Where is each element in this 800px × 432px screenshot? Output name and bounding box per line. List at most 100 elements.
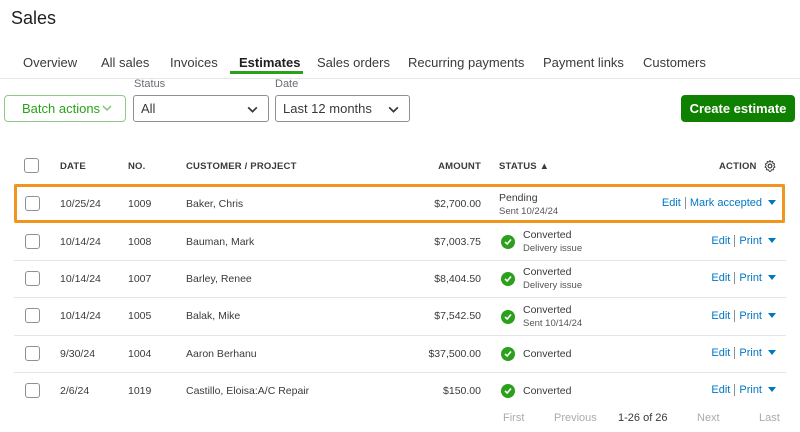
table-row[interactable]: 10/14/24 1007 Barley, Renee $8,404.50 Co… xyxy=(14,261,786,298)
print-link[interactable]: Print xyxy=(739,384,762,396)
header-amount[interactable]: AMOUNT xyxy=(371,161,481,172)
row-status-detail: Delivery issue xyxy=(523,243,583,254)
chevron-down-icon[interactable] xyxy=(768,272,776,284)
table-row[interactable]: 2/6/24 1019 Castillo, Eloisa:A/C Repair … xyxy=(14,373,786,410)
batch-actions-button[interactable]: Batch actions xyxy=(4,95,126,122)
mark-accepted-link[interactable]: Mark accepted xyxy=(690,197,762,209)
row-status-detail: Sent 10/24/24 xyxy=(499,206,559,217)
tab-estimates[interactable]: Estimates xyxy=(239,55,300,70)
pager-last[interactable]: Last xyxy=(759,412,780,424)
row-date: 10/25/24 xyxy=(60,198,101,210)
edit-link[interactable]: Edit xyxy=(711,310,730,322)
row-number: 1008 xyxy=(128,236,152,248)
check-circle-icon xyxy=(501,272,515,286)
row-status: Converted xyxy=(523,266,572,278)
row-checkbox[interactable] xyxy=(25,271,40,286)
action-separator xyxy=(734,384,736,396)
edit-link[interactable]: Edit xyxy=(662,197,681,209)
row-amount: $37,500.00 xyxy=(428,348,481,360)
row-number: 1007 xyxy=(128,273,152,285)
status-filter-label: Status xyxy=(134,78,166,90)
date-filter-value: Last 12 months xyxy=(283,101,372,116)
chevron-down-icon[interactable] xyxy=(768,347,776,359)
tab-sales-orders[interactable]: Sales orders xyxy=(317,55,390,70)
tab-recurring-payments[interactable]: Recurring payments xyxy=(408,55,524,70)
row-date: 9/30/24 xyxy=(60,348,96,360)
row-customer: Barley, Renee xyxy=(186,273,252,285)
header-date[interactable]: DATE xyxy=(60,161,86,172)
row-actions: Edit Print xyxy=(711,310,776,322)
status-filter-select[interactable]: All xyxy=(133,95,269,122)
tab-payment-links[interactable]: Payment links xyxy=(543,55,624,70)
action-separator xyxy=(684,197,686,209)
chevron-down-icon[interactable] xyxy=(768,310,776,322)
check-circle-icon xyxy=(501,347,515,361)
check-circle-icon xyxy=(501,235,515,249)
row-status: Converted xyxy=(523,385,572,397)
row-status: Pending xyxy=(499,192,538,204)
row-checkbox[interactable] xyxy=(25,383,40,398)
row-checkbox[interactable] xyxy=(25,196,40,211)
print-link[interactable]: Print xyxy=(739,272,762,284)
active-tab-indicator xyxy=(230,71,303,74)
date-filter-select[interactable]: Last 12 months xyxy=(275,95,410,122)
row-status-detail: Sent 10/14/24 xyxy=(523,318,583,329)
edit-link[interactable]: Edit xyxy=(711,384,730,396)
row-amount: $8,404.50 xyxy=(434,273,481,285)
tab-invoices[interactable]: Invoices xyxy=(170,55,218,70)
edit-link[interactable]: Edit xyxy=(711,272,730,284)
print-link[interactable]: Print xyxy=(739,235,762,247)
pager-next[interactable]: Next xyxy=(697,412,720,424)
chevron-down-icon[interactable] xyxy=(768,235,776,247)
page-title: Sales xyxy=(11,8,57,28)
tab-customers[interactable]: Customers xyxy=(643,55,706,70)
table-row[interactable]: 9/30/24 1004 Aaron Berhanu $37,500.00 Co… xyxy=(14,336,786,373)
row-actions: Edit Print xyxy=(711,384,776,396)
row-date: 10/14/24 xyxy=(60,310,101,322)
row-actions: Edit Mark accepted xyxy=(662,197,776,209)
header-status[interactable]: STATUS ▲ xyxy=(499,161,549,172)
gear-icon[interactable] xyxy=(763,159,777,178)
print-link[interactable]: Print xyxy=(739,310,762,322)
row-checkbox[interactable] xyxy=(25,346,40,361)
chevron-down-icon xyxy=(101,102,113,117)
row-checkbox[interactable] xyxy=(25,308,40,323)
row-actions: Edit Print xyxy=(711,235,776,247)
table-row[interactable]: 10/25/24 1009 Baker, Chris $2,700.00 Pen… xyxy=(14,185,786,222)
row-checkbox[interactable] xyxy=(25,234,40,249)
chevron-down-icon[interactable] xyxy=(768,384,776,396)
header-no[interactable]: NO. xyxy=(128,161,146,172)
row-number: 1005 xyxy=(128,310,152,322)
select-all-checkbox[interactable] xyxy=(24,158,39,173)
table-row[interactable]: 10/14/24 1005 Balak, Mike $7,542.50 Conv… xyxy=(14,298,786,335)
chevron-down-icon xyxy=(246,103,259,119)
row-date: 10/14/24 xyxy=(60,273,101,285)
edit-link[interactable]: Edit xyxy=(711,235,730,247)
row-amount: $2,700.00 xyxy=(434,198,481,210)
chevron-down-icon[interactable] xyxy=(768,197,776,209)
table-row[interactable]: 10/14/24 1008 Bauman, Mark $7,003.75 Con… xyxy=(14,223,786,260)
tab-overview[interactable]: Overview xyxy=(23,55,77,70)
status-filter-value: All xyxy=(141,101,156,116)
row-status: Converted xyxy=(523,229,572,241)
action-separator xyxy=(734,310,736,322)
tab-all-sales[interactable]: All sales xyxy=(101,55,149,70)
row-actions: Edit Print xyxy=(711,347,776,359)
row-customer: Bauman, Mark xyxy=(186,236,255,248)
pager-first[interactable]: First xyxy=(503,412,524,424)
row-number: 1019 xyxy=(128,385,152,397)
create-estimate-button[interactable]: Create estimate xyxy=(681,95,795,122)
check-circle-icon xyxy=(501,384,515,398)
check-circle-icon xyxy=(501,310,515,324)
pager-previous[interactable]: Previous xyxy=(554,412,597,424)
row-customer: Castillo, Eloisa:A/C Repair xyxy=(186,385,310,397)
row-customer: Balak, Mike xyxy=(186,310,241,322)
pager-count: 1-26 of 26 xyxy=(618,412,668,424)
header-customer[interactable]: CUSTOMER / PROJECT xyxy=(186,161,297,172)
batch-actions-label: Batch actions xyxy=(22,101,101,116)
row-customer: Aaron Berhanu xyxy=(186,348,257,360)
print-link[interactable]: Print xyxy=(739,347,762,359)
edit-link[interactable]: Edit xyxy=(711,347,730,359)
chevron-down-icon xyxy=(387,103,400,119)
header-action: ACTION xyxy=(719,161,757,172)
